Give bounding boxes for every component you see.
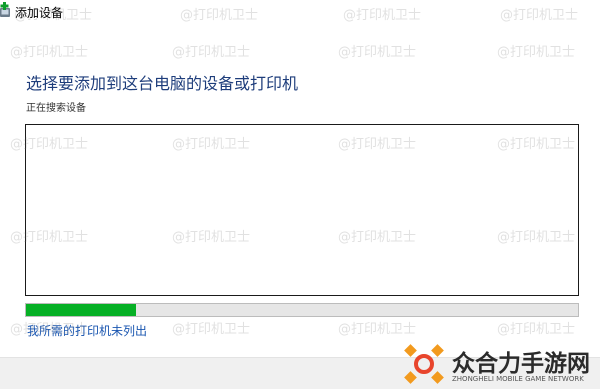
printer-not-listed-link[interactable]: 我所需的打印机未列出: [27, 322, 147, 339]
window-title: 添加设备: [15, 6, 64, 20]
title-bar: 添加设备: [0, 0, 600, 26]
add-device-icon: [0, 2, 12, 20]
device-list[interactable]: [25, 124, 579, 296]
logo-icon: [402, 342, 446, 386]
page-title: 选择要添加到这台电脑的设备或打印机: [26, 74, 299, 93]
watermark-text: @打印机卫士: [497, 322, 576, 337]
watermark-text: @打印机卫士: [497, 45, 576, 60]
add-device-window: 添加设备 选择要添加到这台电脑的设备或打印机 正在搜索设备 我所需的打印机未列出…: [0, 0, 600, 389]
search-progress-bar: [25, 303, 579, 317]
progress-fill: [26, 304, 137, 316]
search-status-text: 正在搜索设备: [26, 103, 86, 114]
watermark-text: @打印机卫士: [172, 45, 251, 60]
site-logo: 众合力手游网 ZHONGHELI MOBILE GAME NETWORK: [402, 340, 598, 388]
watermark-text: @打印机卫士: [338, 45, 417, 60]
watermark-text: @打印机卫士: [338, 322, 417, 337]
logo-name: 众合力手游网: [452, 351, 590, 377]
logo-tagline: ZHONGHELI MOBILE GAME NETWORK: [452, 375, 584, 383]
watermark-text: @打印机卫士: [172, 322, 251, 337]
watermark-text: @打印机卫士: [10, 45, 89, 60]
